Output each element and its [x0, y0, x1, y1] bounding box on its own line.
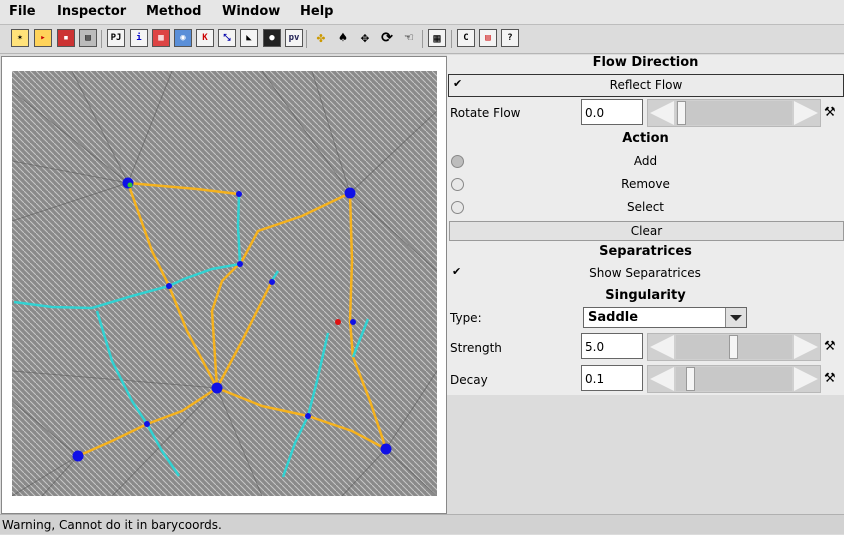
- brick-icon[interactable]: ▦: [152, 29, 170, 47]
- decay-label: Decay: [450, 373, 488, 387]
- pj-label: PJ: [107, 29, 125, 47]
- c-icon[interactable]: C: [457, 29, 475, 47]
- pj-icon[interactable]: PJ: [107, 29, 125, 47]
- type-value: Saddle: [588, 310, 639, 325]
- add-label: Add: [633, 154, 658, 168]
- rotate-flow-slider[interactable]: [647, 99, 821, 127]
- strength-label: Strength: [450, 341, 502, 355]
- new-icon[interactable]: ✶: [11, 29, 29, 47]
- menu-help[interactable]: Help: [300, 4, 333, 19]
- open-icon[interactable]: ▸: [34, 29, 52, 47]
- type-label: Type:: [450, 311, 482, 325]
- menu-inspector[interactable]: Inspector: [57, 4, 126, 19]
- toolbar-separator: [306, 30, 307, 48]
- panel-icon[interactable]: ▤: [479, 29, 497, 47]
- menu-file[interactable]: File: [9, 4, 36, 19]
- menu-window[interactable]: Window: [222, 4, 280, 19]
- print-icon[interactable]: ▤: [79, 29, 97, 47]
- slider-right-arrow[interactable]: [794, 367, 818, 391]
- lic-texture: [12, 71, 437, 496]
- flow-icon[interactable]: ✤: [312, 29, 330, 47]
- type-select[interactable]: Saddle: [583, 307, 747, 328]
- pv-icon[interactable]: pv: [285, 29, 303, 47]
- slider-thumb[interactable]: [686, 367, 695, 391]
- show-separatrices-label: Show Separatrices: [589, 266, 701, 280]
- selected-node-marker: [127, 182, 133, 188]
- singularity-title: Singularity: [605, 288, 686, 303]
- pv-label: pv: [285, 29, 303, 47]
- tk-icon[interactable]: K: [196, 29, 214, 47]
- saddle-marker: [335, 319, 341, 325]
- help-icon[interactable]: ?: [501, 29, 519, 47]
- sheet-icon[interactable]: ◣: [240, 29, 258, 47]
- reflect-flow-checkbox[interactable]: ✔ Reflect Flow: [448, 74, 844, 97]
- flow-field-canvas[interactable]: [12, 71, 437, 496]
- tk-label: K: [196, 29, 214, 47]
- separatrices-title: Separatrices: [599, 244, 692, 259]
- chevron-down-icon[interactable]: [725, 308, 746, 327]
- flow-direction-title: Flow Direction: [592, 55, 699, 70]
- c-label: C: [457, 29, 475, 47]
- reflect-flow-label: Reflect Flow: [609, 78, 683, 92]
- toolbar-separator: [451, 30, 452, 48]
- remove-label: Remove: [621, 177, 670, 191]
- wrench-icon[interactable]: ⚒: [824, 339, 840, 355]
- strength-input[interactable]: 5.0: [581, 333, 643, 359]
- slider-left-arrow[interactable]: [650, 101, 674, 125]
- rotate-flow-input[interactable]: 0.0: [581, 99, 643, 125]
- toolbar-separator: [101, 30, 102, 48]
- save-icon[interactable]: ▪: [57, 29, 75, 47]
- info-icon[interactable]: i: [130, 29, 148, 47]
- slider-thumb[interactable]: [729, 335, 738, 359]
- grid-icon[interactable]: ▦: [428, 29, 446, 47]
- decay-slider[interactable]: [647, 365, 821, 393]
- show-separatrices-checkbox[interactable]: ✔ Show Separatrices: [448, 263, 842, 284]
- strength-slider[interactable]: [647, 333, 821, 361]
- menu-method[interactable]: Method: [146, 4, 201, 19]
- slider-track[interactable]: [676, 101, 792, 125]
- wrench-icon[interactable]: ⚒: [824, 371, 840, 387]
- toolbar-separator: [422, 30, 423, 48]
- move-icon[interactable]: ✥: [356, 29, 374, 47]
- flow-viewport[interactable]: [1, 56, 447, 514]
- status-bar: Warning, Cannot do it in barycoords.: [0, 514, 844, 534]
- rotate-flow-label: Rotate Flow: [450, 106, 521, 120]
- control-panel: Flow Direction ✔ Reflect Flow Rotate Flo…: [447, 55, 844, 395]
- toolbar: ✶ ▸ ▪ ▤ PJ i ▦ ◉ K ⤡ ◣ ● pv ✤ ♠ ✥ ⟳ ☜ ▦ …: [0, 25, 844, 54]
- select-label: Select: [626, 200, 665, 214]
- slider-thumb[interactable]: [677, 101, 686, 125]
- tree-icon[interactable]: ♠: [334, 29, 352, 47]
- hand-icon[interactable]: ☜: [400, 29, 418, 47]
- globe-icon[interactable]: ◉: [174, 29, 192, 47]
- slider-right-arrow[interactable]: [794, 101, 818, 125]
- action-title: Action: [622, 131, 669, 146]
- info-label: i: [130, 29, 148, 47]
- clear-button[interactable]: Clear: [449, 221, 844, 241]
- slider-left-arrow[interactable]: [650, 367, 674, 391]
- decay-input[interactable]: 0.1: [581, 365, 643, 391]
- wrench-icon[interactable]: ⚒: [824, 105, 840, 121]
- camera-icon[interactable]: ●: [263, 29, 281, 47]
- slider-right-arrow[interactable]: [794, 335, 818, 359]
- rotate-icon[interactable]: ⟳: [378, 29, 396, 47]
- menu-bar: File Inspector Method Window Help: [0, 0, 844, 25]
- zoom-icon[interactable]: ⤡: [218, 29, 236, 47]
- slider-left-arrow[interactable]: [650, 335, 674, 359]
